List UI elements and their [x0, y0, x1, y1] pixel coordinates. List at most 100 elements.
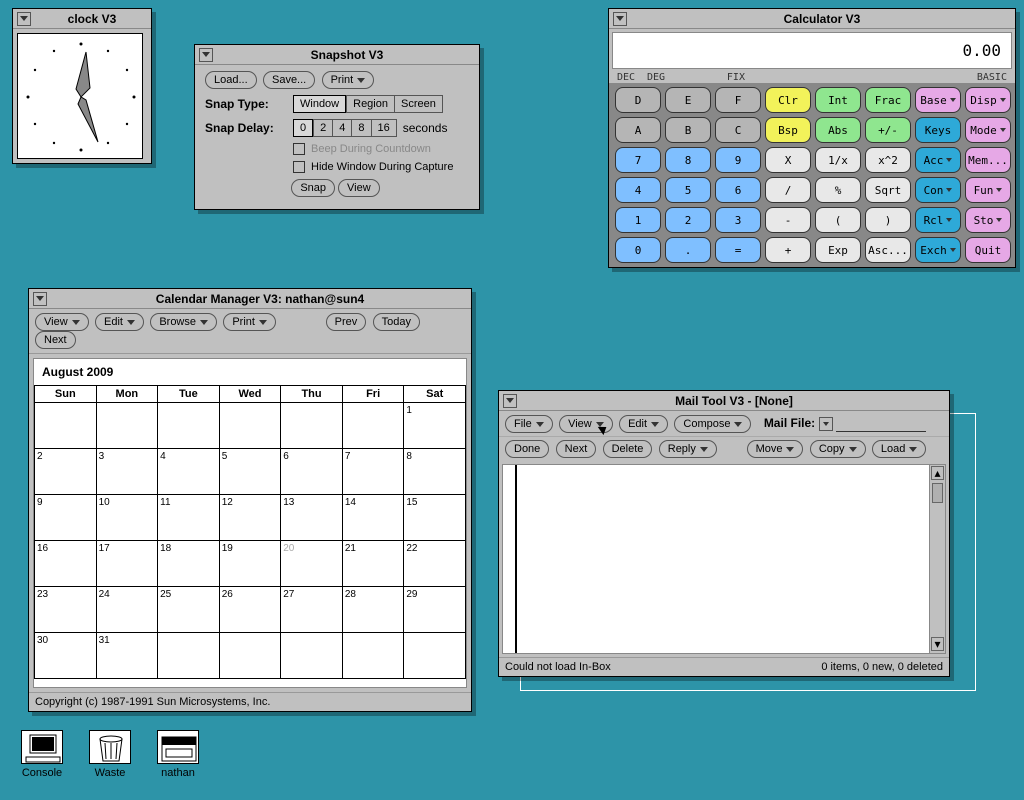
- snap-type-screen[interactable]: Screen: [394, 95, 443, 113]
- calendar-day-24[interactable]: 24: [96, 587, 158, 633]
- clock-titlebar[interactable]: clock V3: [13, 9, 151, 29]
- calendar-day-2[interactable]: 2: [35, 449, 97, 495]
- calc-key-5[interactable]: 5: [665, 177, 711, 203]
- print-button[interactable]: Print: [322, 71, 375, 89]
- calendar-day-29[interactable]: 29: [404, 587, 466, 633]
- calendar-day-13[interactable]: 13: [281, 495, 343, 541]
- mail-compose-menu[interactable]: Compose: [674, 415, 751, 433]
- calendar-day-18[interactable]: 18: [158, 541, 220, 587]
- calendar-day-28[interactable]: 28: [342, 587, 404, 633]
- calendar-day-20[interactable]: 20: [281, 541, 343, 587]
- desktop-icon-console[interactable]: Console: [12, 730, 72, 779]
- window-menu-icon[interactable]: [199, 48, 213, 62]
- calendar-day-31[interactable]: 31: [96, 633, 158, 679]
- calc-key-[interactable]: +/-: [865, 117, 911, 143]
- calendar-day-22[interactable]: 22: [404, 541, 466, 587]
- calc-key-x2[interactable]: x^2: [865, 147, 911, 173]
- mail-reply-button[interactable]: Reply: [659, 440, 717, 458]
- calc-key-frac[interactable]: Frac: [865, 87, 911, 113]
- mailfile-dropdown-icon[interactable]: [819, 417, 833, 431]
- snap-type-region[interactable]: Region: [346, 95, 394, 113]
- calc-key-int[interactable]: Int: [815, 87, 861, 113]
- cal-print-menu[interactable]: Print: [223, 313, 276, 331]
- calc-key-0[interactable]: 0: [615, 237, 661, 263]
- calendar-day-15[interactable]: 15: [404, 495, 466, 541]
- calendar-day-17[interactable]: 17: [96, 541, 158, 587]
- snapshot-titlebar[interactable]: Snapshot V3: [195, 45, 479, 65]
- calendar-day-14[interactable]: 14: [342, 495, 404, 541]
- cal-browse-menu[interactable]: Browse: [150, 313, 217, 331]
- calc-key-f[interactable]: F: [715, 87, 761, 113]
- calendar-day-3[interactable]: 3: [96, 449, 158, 495]
- calc-key-b[interactable]: B: [665, 117, 711, 143]
- desktop-icon-waste[interactable]: Waste: [80, 730, 140, 779]
- calc-key-mode[interactable]: Mode: [965, 117, 1011, 143]
- cal-prev-button[interactable]: Prev: [326, 313, 367, 331]
- mail-load-button[interactable]: Load: [872, 440, 926, 458]
- calc-key-[interactable]: ): [865, 207, 911, 233]
- calculator-titlebar[interactable]: Calculator V3: [609, 9, 1015, 29]
- hide-checkbox[interactable]: [293, 161, 305, 173]
- snap-delay-4[interactable]: 4: [332, 119, 351, 137]
- calc-key-[interactable]: %: [815, 177, 861, 203]
- mail-titlebar[interactable]: Mail Tool V3 - [None]: [499, 391, 949, 411]
- calc-key-4[interactable]: 4: [615, 177, 661, 203]
- calc-key-fun[interactable]: Fun: [965, 177, 1011, 203]
- calendar-day-11[interactable]: 11: [158, 495, 220, 541]
- calc-key-[interactable]: +: [765, 237, 811, 263]
- mail-move-button[interactable]: Move: [747, 440, 804, 458]
- calendar-day-30[interactable]: 30: [35, 633, 97, 679]
- calc-key-1[interactable]: 1: [615, 207, 661, 233]
- calendar-day-25[interactable]: 25: [158, 587, 220, 633]
- calc-key-asc[interactable]: Asc...: [865, 237, 911, 263]
- calendar-day-19[interactable]: 19: [219, 541, 281, 587]
- load-button[interactable]: Load...: [205, 71, 257, 89]
- mail-done-button[interactable]: Done: [505, 440, 549, 458]
- calc-key-[interactable]: /: [765, 177, 811, 203]
- calc-key-9[interactable]: 9: [715, 147, 761, 173]
- calc-key-abs[interactable]: Abs: [815, 117, 861, 143]
- calc-key-sto[interactable]: Sto: [965, 207, 1011, 233]
- cal-view-menu[interactable]: View: [35, 313, 89, 331]
- snap-delay-0[interactable]: 0: [293, 119, 313, 137]
- calc-key-disp[interactable]: Disp: [965, 87, 1011, 113]
- calendar-day-21[interactable]: 21: [342, 541, 404, 587]
- calc-key-3[interactable]: 3: [715, 207, 761, 233]
- calc-key-e[interactable]: E: [665, 87, 711, 113]
- calc-key-[interactable]: (: [815, 207, 861, 233]
- calc-key-[interactable]: =: [715, 237, 761, 263]
- calendar-day-8[interactable]: 8: [404, 449, 466, 495]
- window-menu-icon[interactable]: [33, 292, 47, 306]
- snap-type-window[interactable]: Window: [293, 95, 346, 113]
- mail-copy-button[interactable]: Copy: [810, 440, 866, 458]
- window-menu-icon[interactable]: [613, 12, 627, 26]
- calc-key-mem[interactable]: Mem...: [965, 147, 1011, 173]
- window-menu-icon[interactable]: [503, 394, 517, 408]
- calendar-day-27[interactable]: 27: [281, 587, 343, 633]
- calc-key-exp[interactable]: Exp: [815, 237, 861, 263]
- calc-key-exch[interactable]: Exch: [915, 237, 961, 263]
- calc-key-base[interactable]: Base: [915, 87, 961, 113]
- mail-scrollbar[interactable]: ▴ ▾: [929, 465, 945, 653]
- calendar-day-7[interactable]: 7: [342, 449, 404, 495]
- calc-key-7[interactable]: 7: [615, 147, 661, 173]
- calc-key-[interactable]: .: [665, 237, 711, 263]
- calendar-day-1[interactable]: 1: [404, 403, 466, 449]
- cal-edit-menu[interactable]: Edit: [95, 313, 144, 331]
- calc-key-clr[interactable]: Clr: [765, 87, 811, 113]
- desktop-icon-nathan[interactable]: nathan: [148, 730, 208, 779]
- snap-button[interactable]: Snap: [291, 179, 335, 197]
- calc-key-acc[interactable]: Acc: [915, 147, 961, 173]
- save-button[interactable]: Save...: [263, 71, 315, 89]
- calendar-day-6[interactable]: 6: [281, 449, 343, 495]
- snap-delay-2[interactable]: 2: [313, 119, 332, 137]
- view-button[interactable]: View: [338, 179, 380, 197]
- calc-key-sqrt[interactable]: Sqrt: [865, 177, 911, 203]
- snap-delay-8[interactable]: 8: [351, 119, 370, 137]
- cal-today-button[interactable]: Today: [373, 313, 420, 331]
- calc-key-c[interactable]: C: [715, 117, 761, 143]
- calendar-day-10[interactable]: 10: [96, 495, 158, 541]
- mailfile-input[interactable]: [836, 414, 926, 432]
- calc-key-6[interactable]: 6: [715, 177, 761, 203]
- window-menu-icon[interactable]: [17, 12, 31, 26]
